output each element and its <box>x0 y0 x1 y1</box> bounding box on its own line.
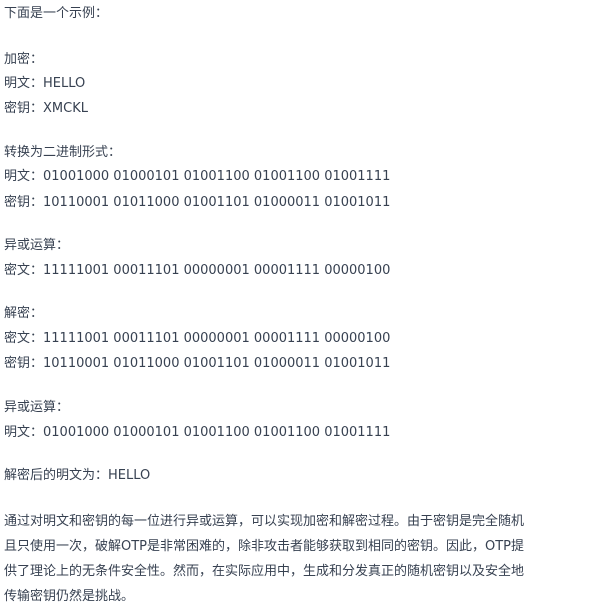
encryption-plaintext: 明文：HELLO <box>4 76 86 91</box>
xor1-ciphertext: 密文：11111001 00011101 00000001 00001111 0… <box>4 263 391 278</box>
decryption-heading: 解密： <box>4 306 44 321</box>
binary-key: 密钥：10110001 01011000 01001101 01000011 0… <box>4 195 391 210</box>
intro-text: 下面是一个示例： <box>4 6 109 21</box>
xor1-heading: 异或运算： <box>4 238 70 253</box>
summary-line: 供了理论上的无条件安全性。然而，在实际应用中，生成和分发真正的随机密钥以及安全地 <box>4 564 525 579</box>
xor2-plaintext: 明文：01001000 01000101 01001100 01001100 0… <box>4 425 391 440</box>
encryption-key: 密钥：XMCKL <box>4 101 88 116</box>
binary-plaintext: 明文：01001000 01000101 01001100 01001100 0… <box>4 169 391 184</box>
decryption-key: 密钥：10110001 01011000 01001101 01000011 0… <box>4 356 391 371</box>
encryption-heading: 加密： <box>4 52 44 67</box>
result-text: 解密后的明文为：HELLO <box>4 468 151 483</box>
summary-line: 通过对明文和密钥的每一位进行异或运算，可以实现加密和解密过程。由于密钥是完全随机 <box>4 514 525 529</box>
xor2-heading: 异或运算： <box>4 400 70 415</box>
decryption-ciphertext: 密文：11111001 00011101 00000001 00001111 0… <box>4 331 391 346</box>
summary-line: 传输密钥仍然是挑战。 <box>4 589 135 604</box>
binary-heading: 转换为二进制形式： <box>4 145 122 160</box>
summary-paragraph: 通过对明文和密钥的每一位进行异或运算，可以实现加密和解密过程。由于密钥是完全随机… <box>4 509 587 609</box>
summary-line: 且只使用一次，破解OTP是非常困难的，除非攻击者能够获取到相同的密钥。因此，OT… <box>4 539 525 554</box>
